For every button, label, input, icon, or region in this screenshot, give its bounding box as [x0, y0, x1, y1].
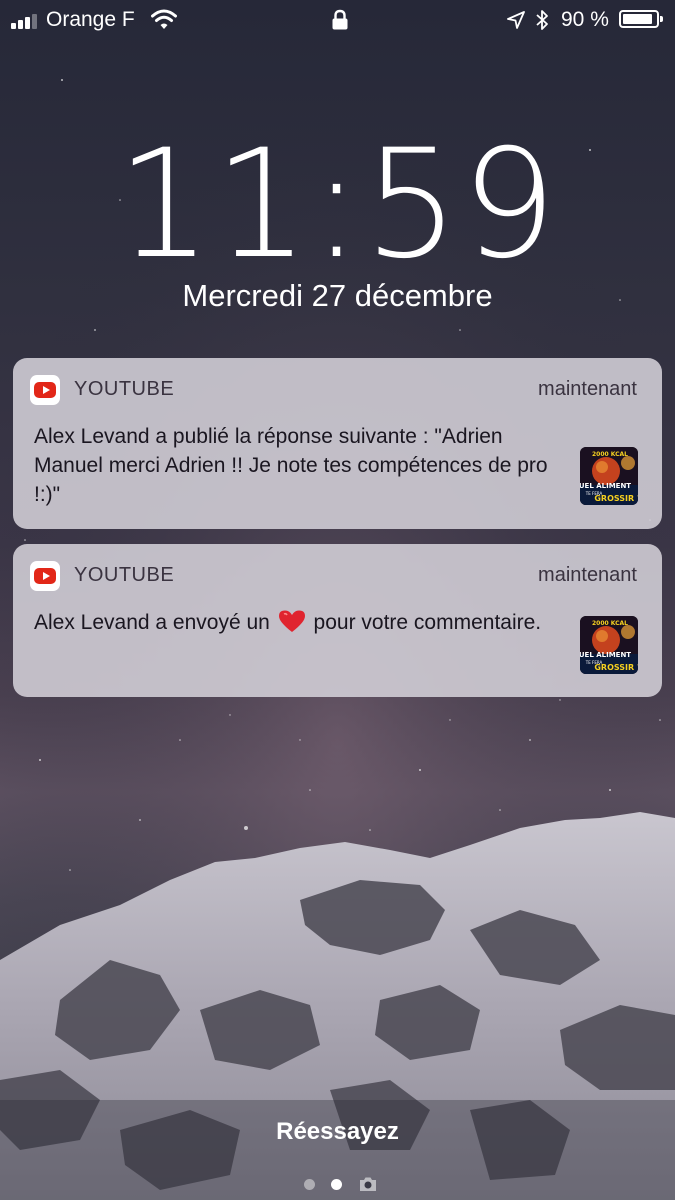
- carrier-name: Orange F: [46, 8, 135, 31]
- video-thumbnail: 2000 KCAL QUEL ALIMENT TE FERA GROSSIR ?: [580, 447, 638, 505]
- lock-screen-date: Mercredi 27 décembre: [182, 278, 493, 313]
- notification-header: YOUTUBE maintenant: [13, 358, 662, 420]
- lock-icon: [332, 9, 348, 30]
- lock-screen-time: 11:59: [116, 118, 559, 292]
- thumbnail-kcal-text: 2000 KCAL: [592, 620, 628, 627]
- battery-percentage: 90 %: [561, 8, 609, 31]
- page-dot-notifications[interactable]: [304, 1179, 315, 1190]
- thumbnail-grossir-text: GROSSIR ?: [594, 494, 638, 503]
- location-arrow-icon: [507, 11, 525, 29]
- retry-button[interactable]: Réessayez: [0, 1118, 675, 1146]
- wifi-icon: [151, 9, 177, 29]
- thumbnail-grossir-text: GROSSIR ?: [594, 663, 638, 672]
- bluetooth-icon: [536, 10, 548, 30]
- notification-app-name: YOUTUBE: [74, 564, 175, 586]
- notification-time: maintenant: [538, 378, 637, 400]
- battery-icon: [619, 10, 663, 28]
- notification-time: maintenant: [538, 564, 637, 586]
- notification-youtube-heart[interactable]: YOUTUBE maintenant Alex Levand a envoyé …: [13, 544, 662, 697]
- notification-body-end: pour votre commentaire.: [313, 611, 542, 634]
- video-thumbnail: 2000 KCAL QUEL ALIMENT TE FERA GROSSIR ?: [580, 616, 638, 674]
- youtube-app-icon: [30, 375, 60, 405]
- notification-body-start: Alex Levand a envoyé un: [34, 611, 270, 634]
- signal-icon: [11, 13, 41, 29]
- thumbnail-title-text: QUEL ALIMENT: [580, 651, 631, 659]
- notification-body: Alex Levand a envoyé un pour votre comme…: [34, 608, 554, 637]
- status-bar: Orange F 90 %: [0, 0, 675, 40]
- notification-youtube-reply[interactable]: YOUTUBE maintenant Alex Levand a publié …: [13, 358, 662, 529]
- notification-app-name: YOUTUBE: [74, 378, 175, 400]
- heart-icon: [278, 610, 305, 632]
- page-indicator[interactable]: [300, 1175, 390, 1193]
- youtube-app-icon: [30, 561, 60, 591]
- notification-header: YOUTUBE maintenant: [13, 544, 662, 606]
- camera-icon[interactable]: [358, 1175, 378, 1193]
- notification-body: Alex Levand a publié la réponse suivante…: [34, 425, 548, 506]
- thumbnail-kcal-text: 2000 KCAL: [592, 451, 628, 458]
- lock-screen: Orange F 90 % 11:59 Mercredi 27 décembre…: [0, 0, 675, 1200]
- page-dot-active[interactable]: [331, 1179, 342, 1190]
- thumbnail-title-text: QUEL ALIMENT: [580, 482, 631, 490]
